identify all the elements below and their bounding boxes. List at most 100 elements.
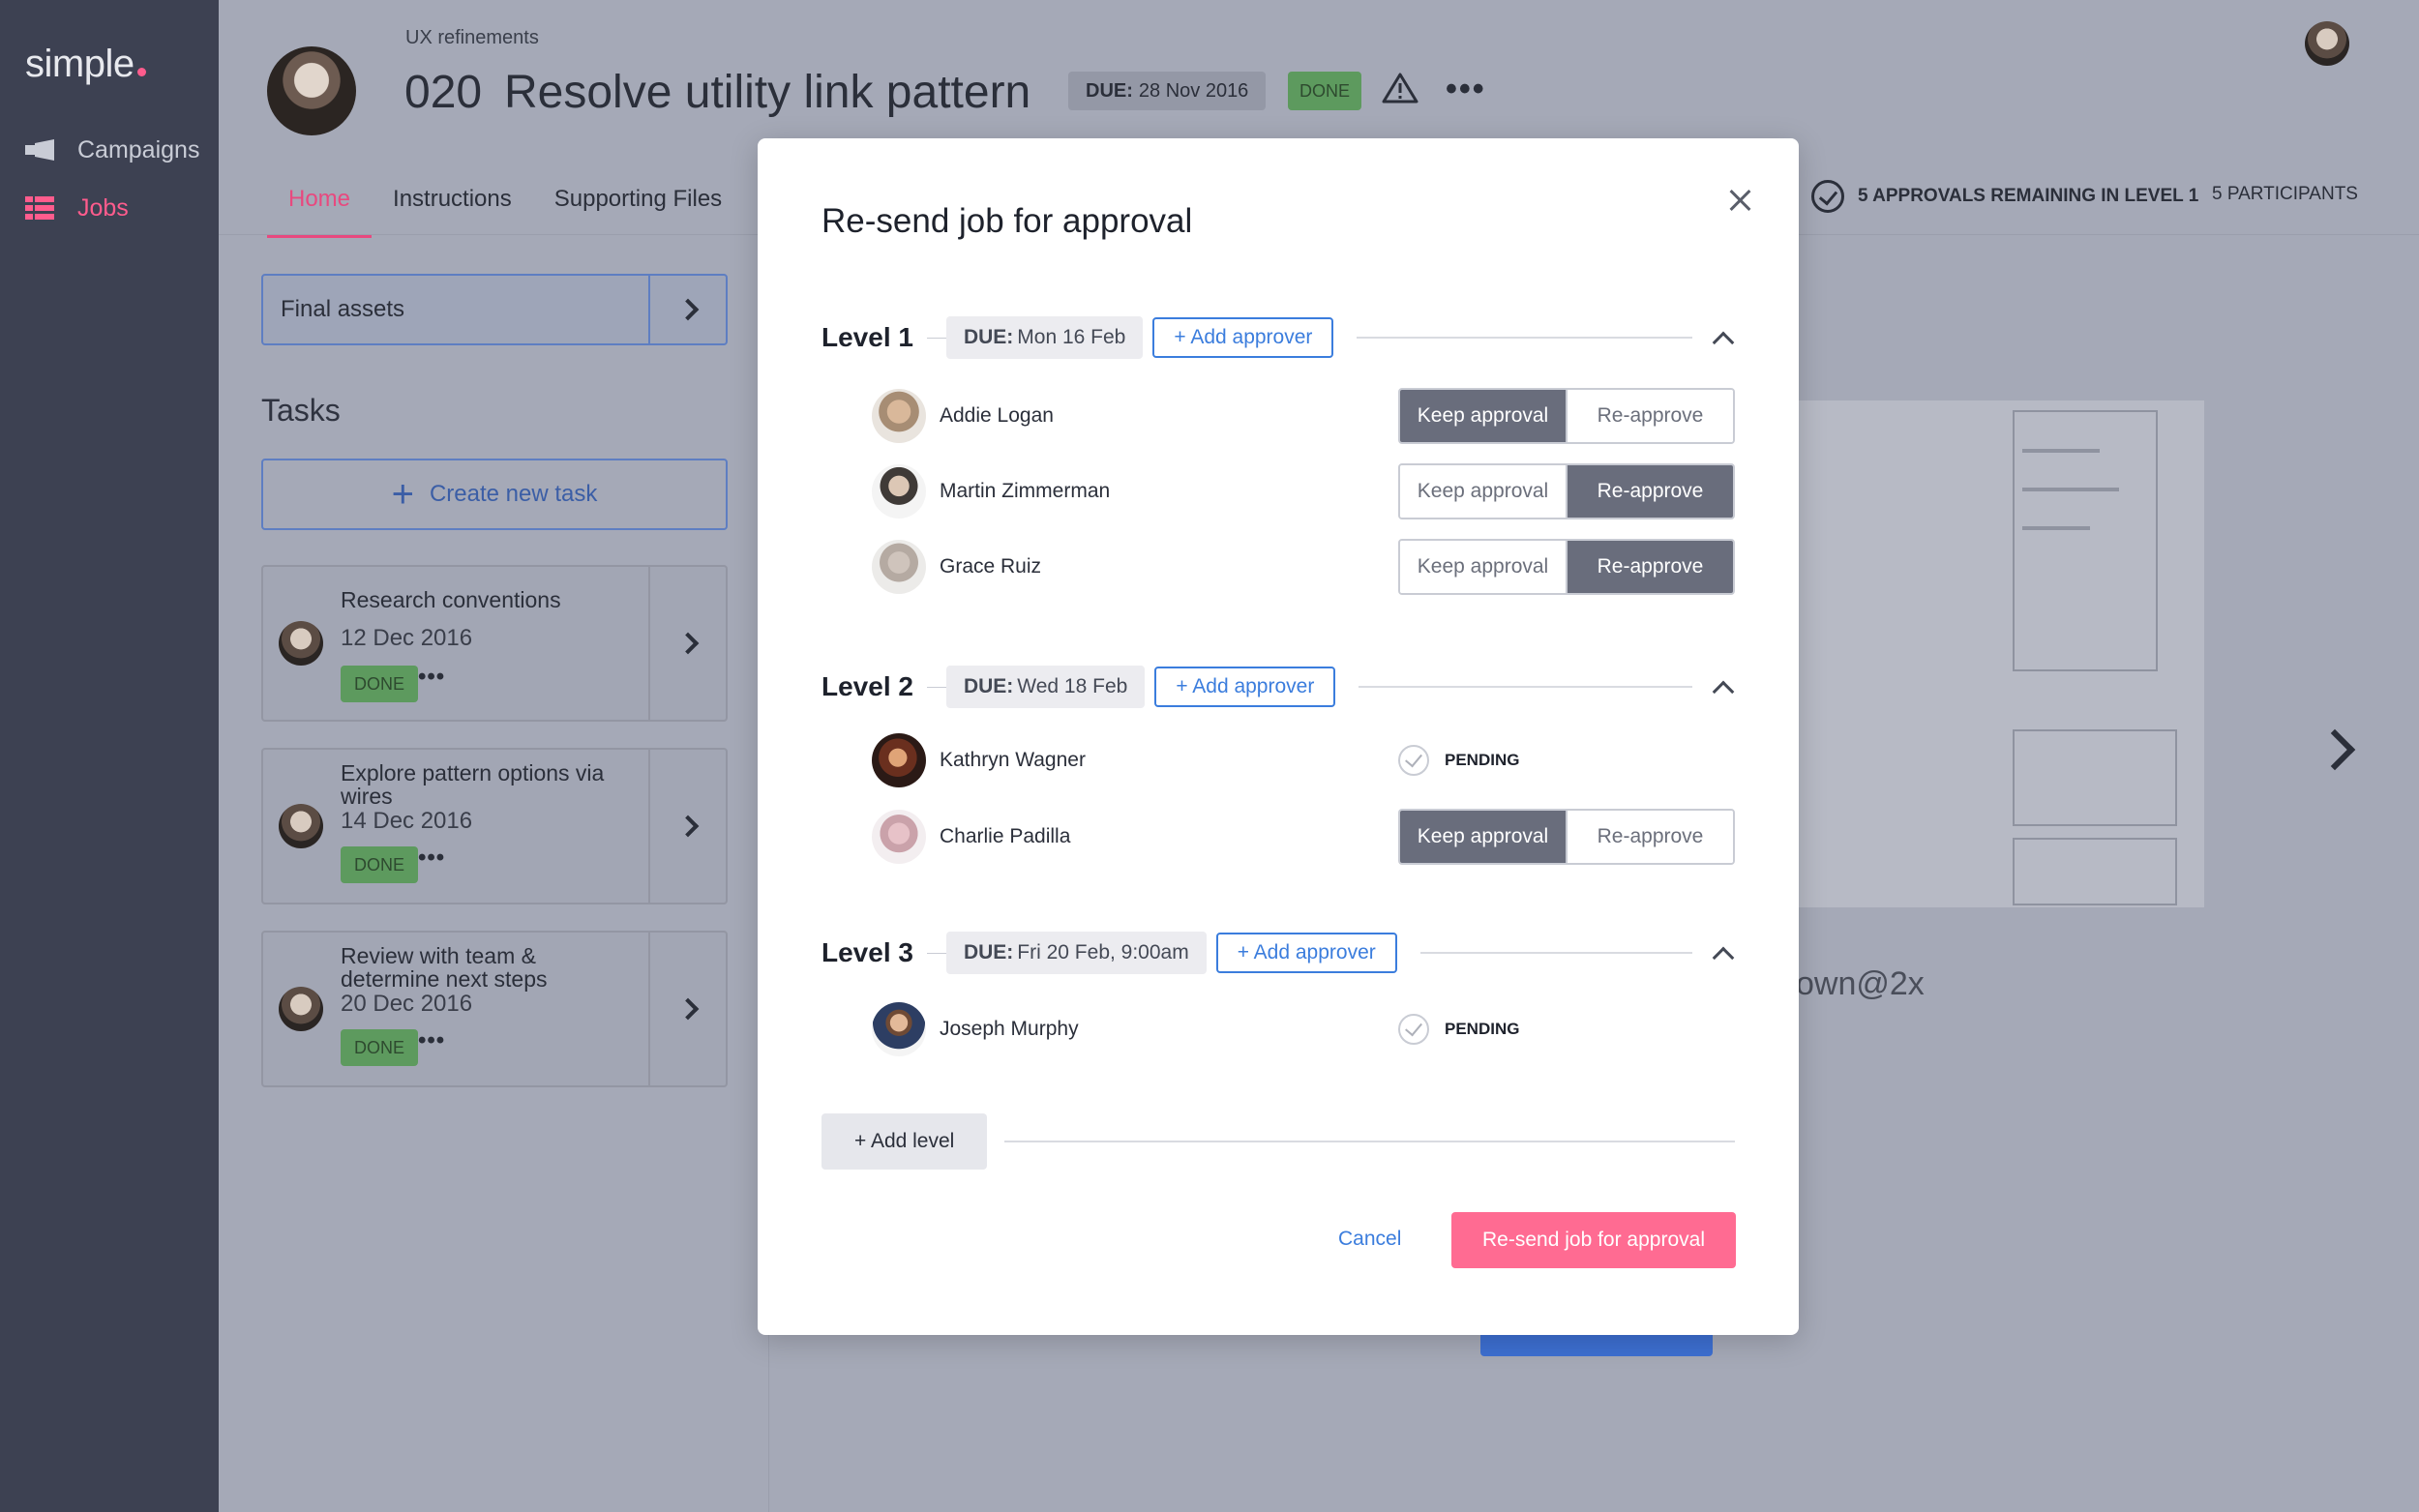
approvals-remaining: 5 APPROVALS REMAINING IN LEVEL 1 [1811, 180, 2198, 213]
level-due-badge: DUE: Mon 16 Feb [945, 316, 1144, 359]
pending-status: PENDING [1398, 1014, 1735, 1045]
approval-toggle: Keep approval Re-approve [1398, 388, 1735, 444]
task-title: Research conventions [341, 587, 561, 612]
level-header-1: Level 1 DUE: Mon 16 Feb + Add approver [821, 316, 1735, 359]
resend-approval-button[interactable]: Re-send job for approval [1451, 1212, 1736, 1268]
task-card[interactable]: Research conventions 12 Dec 2016 DONE ••… [261, 565, 728, 722]
approver-row: Charlie Padilla Keep approval Re-approve [872, 809, 1735, 865]
approver-name: Kathryn Wagner [940, 749, 1086, 771]
check-circle-icon [1811, 180, 1844, 213]
close-icon[interactable] [1725, 187, 1754, 216]
task-more-icon[interactable]: ••• [418, 845, 445, 872]
tab-home[interactable]: Home [267, 186, 373, 238]
asset-preview[interactable] [1786, 400, 2204, 907]
add-approver-button[interactable]: + Add approver [1215, 933, 1397, 973]
asset-caption: own@2x [1796, 965, 1925, 1002]
keep-approval-option[interactable]: Keep approval [1400, 811, 1566, 863]
nav-item-jobs[interactable]: Jobs [23, 193, 129, 222]
approver-name: Addie Logan [940, 404, 1054, 427]
nav-item-campaigns[interactable]: Campaigns [23, 135, 199, 164]
approver-avatar [872, 1002, 926, 1056]
tab-supporting-files[interactable]: Supporting Files [533, 186, 743, 238]
approver-avatar [872, 389, 926, 443]
keep-approval-option[interactable]: Keep approval [1400, 541, 1566, 593]
task-status-badge: DONE [341, 666, 419, 702]
task-title: Review with team & determine next steps [341, 943, 548, 992]
more-options-icon[interactable]: ••• [1446, 73, 1486, 105]
pending-label: PENDING [1445, 751, 1520, 769]
level-due-badge: DUE: Wed 18 Feb [945, 666, 1146, 708]
task-assignee-avatar [279, 804, 323, 848]
approver-avatar [872, 540, 926, 594]
task-assignee-avatar [279, 621, 323, 666]
final-assets-link[interactable]: Final assets [261, 274, 728, 345]
nav-label-jobs: Jobs [77, 193, 129, 222]
task-more-icon[interactable]: ••• [418, 664, 445, 691]
chevron-right-icon[interactable] [648, 567, 726, 720]
task-card[interactable]: Explore pattern options via wires 14 Dec… [261, 748, 728, 904]
approval-toggle: Keep approval Re-approve [1398, 809, 1735, 865]
level-header-3: Level 3 DUE: Fri 20 Feb, 9:00am + Add app… [821, 932, 1735, 974]
task-date: 14 Dec 2016 [341, 808, 473, 834]
task-title: Explore pattern options via wires [341, 760, 605, 809]
add-approver-button[interactable]: + Add approver [1152, 317, 1334, 358]
chevron-up-icon[interactable] [1712, 331, 1735, 354]
user-avatar[interactable] [2305, 21, 2349, 66]
create-task-button[interactable]: + Create new task [261, 459, 728, 530]
add-approver-button[interactable]: + Add approver [1154, 667, 1336, 707]
due-label: DUE: [1086, 80, 1133, 102]
add-level-button[interactable]: + Add level [821, 1113, 988, 1170]
task-more-icon[interactable]: ••• [418, 1027, 445, 1054]
task-date: 12 Dec 2016 [341, 625, 473, 651]
keep-approval-option[interactable]: Keep approval [1400, 390, 1566, 442]
approver-avatar [872, 464, 926, 519]
approver-row: Addie Logan Keep approval Re-approve [872, 388, 1735, 444]
approver-name: Grace Ruiz [940, 555, 1042, 578]
reapprove-option[interactable]: Re-approve [1566, 541, 1733, 593]
create-task-label: Create new task [429, 481, 598, 507]
reapprove-option[interactable]: Re-approve [1566, 811, 1733, 863]
final-assets-label: Final assets [281, 296, 405, 322]
app-logo[interactable]: simple [25, 43, 146, 86]
task-card[interactable]: Review with team & determine next steps … [261, 931, 728, 1087]
modal-title: Re-send job for approval [821, 202, 1193, 240]
check-circle-icon [1398, 745, 1429, 776]
pending-label: PENDING [1445, 1020, 1520, 1038]
megaphone-icon [23, 135, 56, 164]
job-number: 020 [404, 67, 483, 118]
chevron-up-icon[interactable] [1712, 680, 1735, 703]
chevron-right-icon [648, 276, 726, 343]
participants-count[interactable]: 5 PARTICIPANTS [2212, 184, 2358, 205]
logo-text: simple [25, 43, 134, 85]
task-status-badge: DONE [341, 1029, 419, 1066]
reapprove-option[interactable]: Re-approve [1566, 465, 1733, 518]
job-status-badge[interactable]: DONE [1288, 72, 1362, 110]
chevron-up-icon[interactable] [1712, 946, 1735, 969]
chevron-right-icon[interactable] [648, 750, 726, 903]
approver-name: Joseph Murphy [940, 1018, 1079, 1040]
reapprove-option[interactable]: Re-approve [1566, 390, 1733, 442]
approvals-remaining-text: 5 APPROVALS REMAINING IN LEVEL 1 [1858, 186, 2199, 206]
job-owner-avatar [267, 46, 356, 135]
approver-name: Charlie Padilla [940, 825, 1071, 847]
cancel-button[interactable]: Cancel [1338, 1228, 1401, 1251]
chevron-right-icon[interactable] [648, 933, 726, 1085]
approver-row: Kathryn Wagner PENDING [872, 732, 1735, 788]
breadcrumb[interactable]: UX refinements [405, 27, 539, 49]
warning-icon[interactable] [1382, 72, 1419, 104]
chevron-right-icon[interactable] [2314, 728, 2356, 771]
check-circle-icon [1398, 1014, 1429, 1045]
job-due-badge: DUE: 28 Nov 2016 [1068, 72, 1267, 110]
task-assignee-avatar [279, 987, 323, 1031]
page-title: Resolve utility link pattern [504, 67, 1031, 118]
keep-approval-option[interactable]: Keep approval [1400, 465, 1566, 518]
grid-icon [23, 193, 56, 222]
tab-instructions[interactable]: Instructions [372, 186, 533, 238]
add-level-row: + Add level [821, 1113, 1735, 1170]
task-date: 20 Dec 2016 [341, 991, 473, 1017]
approver-avatar [872, 733, 926, 787]
approval-toggle: Keep approval Re-approve [1398, 539, 1735, 595]
plus-icon: + [391, 472, 414, 516]
level-due-badge: DUE: Fri 20 Feb, 9:00am [945, 932, 1207, 974]
nav-label-campaigns: Campaigns [77, 135, 200, 163]
